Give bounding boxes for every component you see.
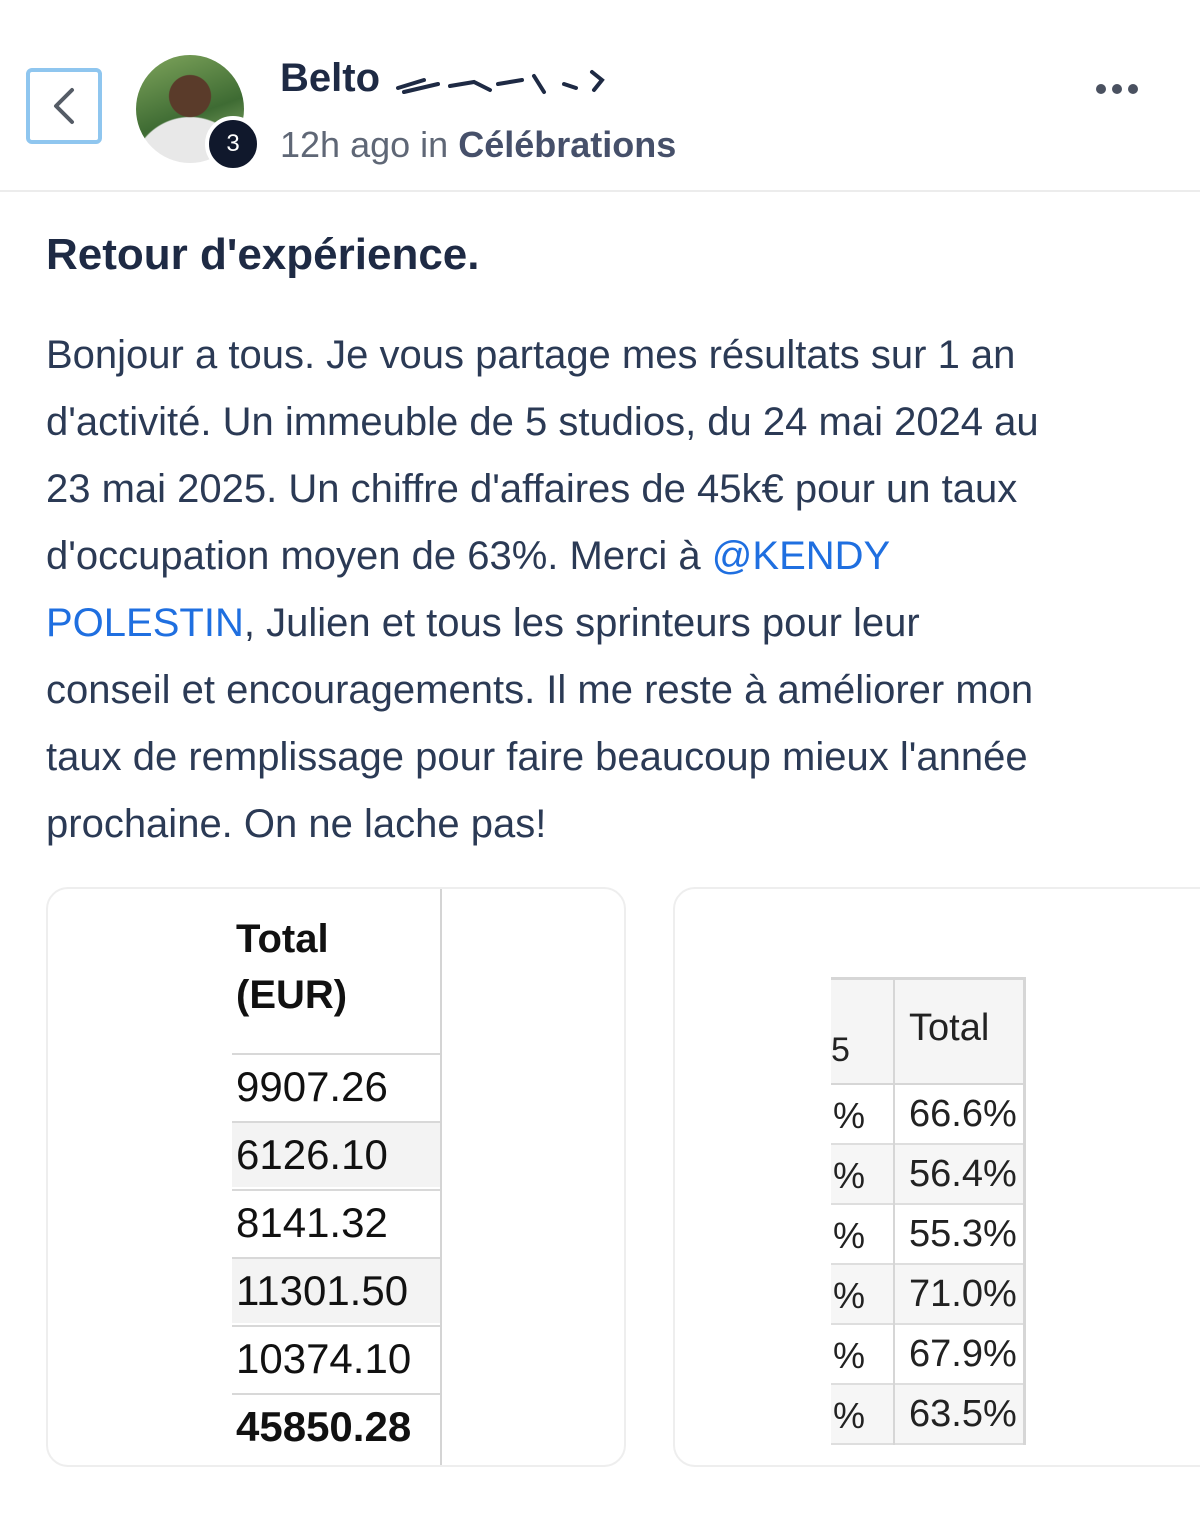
table-row: % 56.4%	[831, 1145, 1025, 1205]
post-body-line: POLESTIN, Julien et tous les sprinteurs …	[46, 590, 1166, 657]
table-cell: 71.0%	[909, 1273, 1017, 1315]
table-header-line: Total	[236, 917, 329, 961]
post-body-line: prochaine. On ne lache pas!	[46, 802, 547, 846]
table-cell: 63.5%	[909, 1393, 1017, 1435]
table-header: Total	[909, 1007, 990, 1049]
table-cell: 10374.10	[232, 1325, 440, 1391]
table-border	[440, 889, 442, 1465]
post-body-line: 23 mai 2025. Un chiffre d'affaires de 45…	[46, 467, 1018, 511]
post-body: Bonjour a tous. Je vous partage mes résu…	[46, 322, 1166, 858]
table-cell-fragment: %	[833, 1095, 866, 1136]
table-row: % 71.0%	[831, 1265, 1025, 1325]
table-row: % 55.3%	[831, 1205, 1025, 1265]
table-cell-fragment: %	[833, 1215, 866, 1256]
author-name[interactable]: Belto	[280, 56, 380, 101]
post-time: 12h ago	[280, 124, 411, 165]
table-header-fragment: 5	[831, 1031, 850, 1069]
table-cell: 9907.26	[232, 1053, 440, 1119]
table-row: % 66.6%	[831, 1085, 1025, 1145]
post-body-line: conseil et encouragements. Il me reste à…	[46, 668, 1034, 712]
table-cell: 8141.32	[232, 1189, 440, 1255]
post-body-line: d'occupation moyen de 63%. Merci à @KEND…	[46, 523, 1166, 590]
table-cell-fragment: %	[833, 1155, 866, 1196]
post-body-line: taux de remplissage pour faire beaucoup …	[46, 735, 1028, 779]
table-header-line: (EUR)	[236, 973, 348, 1017]
table-row: % 63.5%	[831, 1385, 1025, 1445]
occupancy-table: 5 Total % 66.6% % 56.4% % 55.3% % 71.0% …	[831, 977, 1027, 1447]
table-row: % 67.9%	[831, 1325, 1025, 1385]
level-badge: 3	[205, 116, 261, 172]
post-body-text: , Julien et tous les sprinteurs pour leu…	[243, 601, 920, 645]
table-cell: 67.9%	[909, 1333, 1017, 1375]
table-border	[893, 977, 895, 1445]
category-link[interactable]: Célébrations	[458, 124, 676, 165]
chevron-left-icon	[54, 88, 74, 124]
back-button[interactable]	[26, 68, 102, 144]
more-icon-dot	[1096, 84, 1106, 94]
post-header: 3 Belto 12h ago in Célébrations	[0, 0, 1200, 192]
post-body-text: d'occupation moyen de 63%. Merci à	[46, 534, 712, 578]
post-body-line: Bonjour a tous. Je vous partage mes résu…	[46, 333, 1016, 377]
table-cell: 56.4%	[909, 1153, 1017, 1195]
attachment-image-2[interactable]: 5 Total % 66.6% % 56.4% % 55.3% % 71.0% …	[673, 887, 1200, 1467]
post-body-line: d'activité. Un immeuble de 5 studios, du…	[46, 400, 1039, 444]
table-cell: 11301.50	[232, 1257, 440, 1323]
more-icon-dot	[1112, 84, 1122, 94]
table-cell-fragment: %	[833, 1335, 866, 1376]
post-title: Retour d'expérience.	[46, 230, 480, 279]
redacted-name-scribble	[396, 70, 605, 94]
table-border	[1023, 977, 1026, 1445]
mention-link[interactable]: POLESTIN	[46, 601, 244, 645]
post-in-word: in	[420, 124, 449, 165]
table-total-cell: 45850.28	[232, 1393, 440, 1459]
table-cell: 66.6%	[909, 1093, 1017, 1135]
more-options-button[interactable]	[1096, 78, 1146, 100]
table-cell-fragment: %	[833, 1275, 866, 1316]
attachment-image-1[interactable]: Total (EUR) 9907.26 6126.10 8141.32 1130…	[46, 887, 626, 1467]
mention-link[interactable]: @KENDY	[712, 534, 890, 578]
post-meta: 12h ago in Célébrations	[280, 124, 676, 166]
table-cell: 55.3%	[909, 1213, 1017, 1255]
table-cell-fragment: %	[833, 1395, 866, 1436]
table-cell: 6126.10	[232, 1121, 440, 1187]
table-header: Total (EUR)	[236, 911, 347, 1023]
more-icon-dot	[1128, 84, 1138, 94]
